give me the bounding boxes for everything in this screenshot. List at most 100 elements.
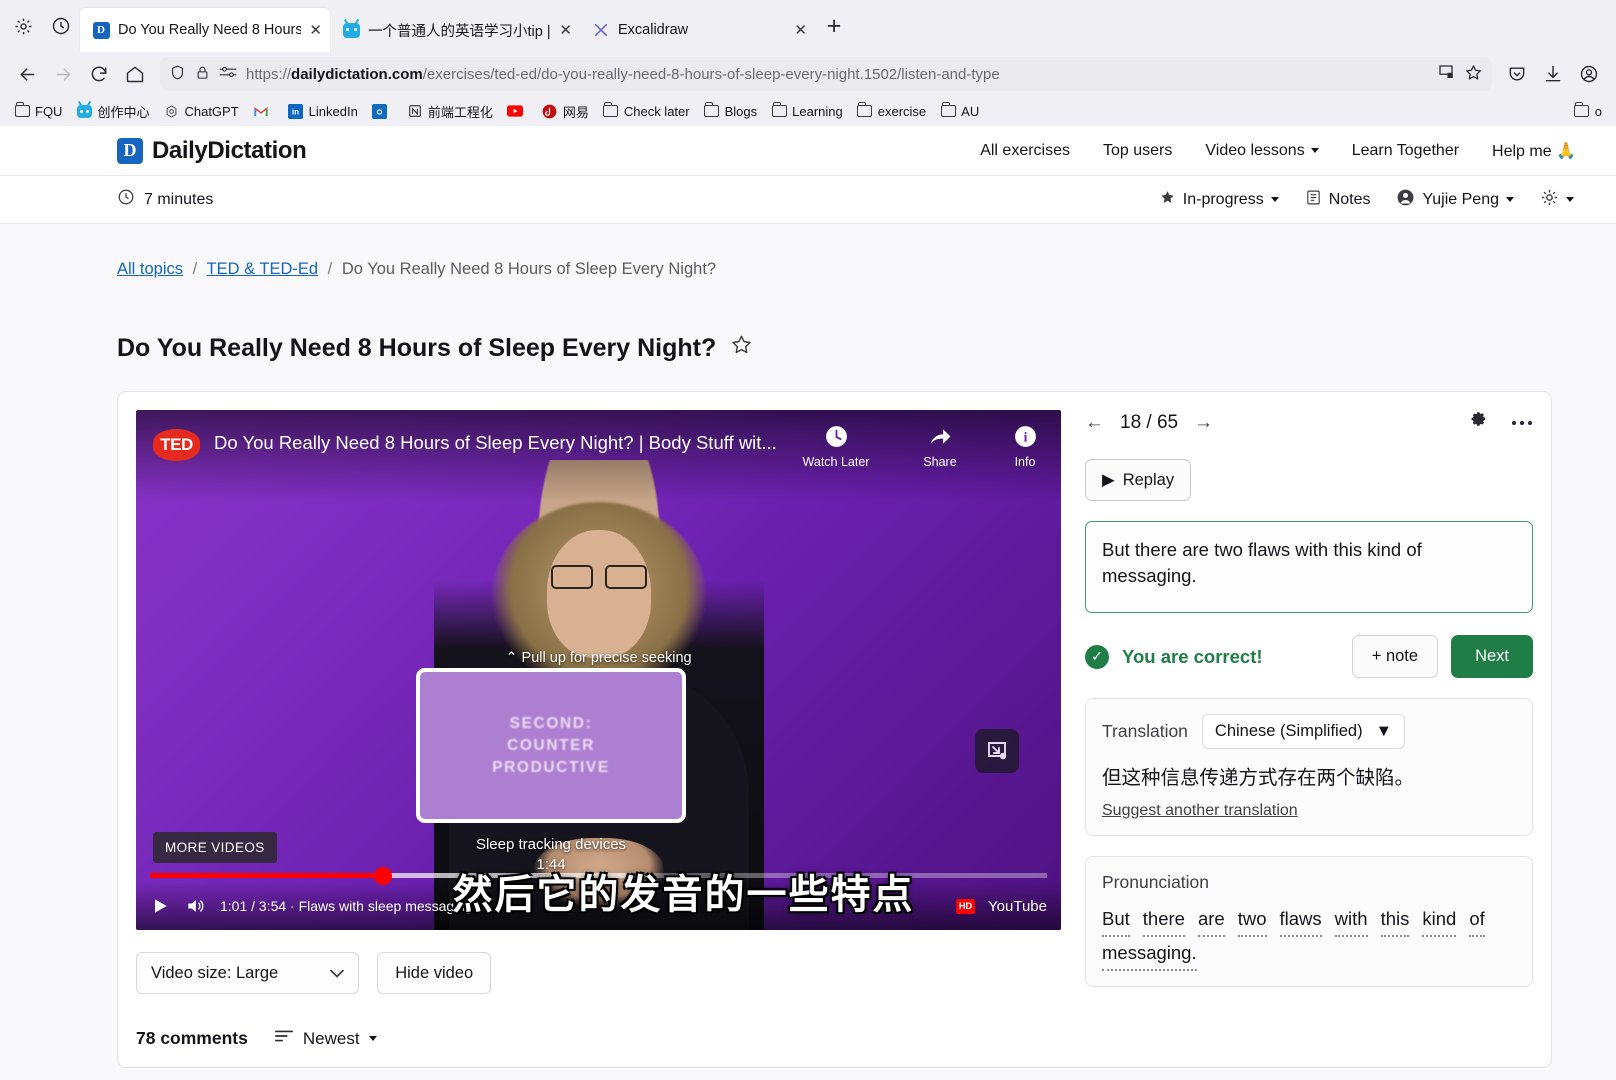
home-icon[interactable]: [118, 58, 152, 90]
bookmark-overflow[interactable]: o: [1568, 100, 1608, 122]
video-title[interactable]: Do You Really Need 8 Hours of Sleep Ever…: [214, 432, 777, 454]
tab-title: 一个普通人的英语学习小tip | 从哑: [368, 23, 551, 40]
url-text[interactable]: https://dailydictation.com/exercises/ted…: [246, 66, 1428, 83]
picture-in-picture-icon[interactable]: [975, 729, 1019, 773]
theme-toggle[interactable]: [1540, 188, 1574, 212]
share-button[interactable]: Share: [901, 424, 979, 469]
bilibili-icon: [76, 103, 92, 119]
seek-preview-thumbnail: SECOND: COUNTER PRODUCTIVE: [416, 668, 686, 823]
tab-title: Do You Really Need 8 Hours of S: [118, 22, 302, 38]
previous-sentence-button[interactable]: ←: [1085, 412, 1104, 434]
answer-input[interactable]: But there are two flaws with this kind o…: [1085, 521, 1533, 613]
person-face: [546, 530, 651, 658]
sub-header: 7 minutes In-progress Notes Yujie Peng: [0, 176, 1616, 224]
ellipsis-icon[interactable]: [1511, 414, 1533, 432]
bookmark-item[interactable]: Check later: [597, 100, 696, 122]
pronunciation-word[interactable]: kind: [1422, 903, 1457, 937]
bookmark-item[interactable]: in LinkedIn: [282, 100, 364, 122]
volume-icon[interactable]: [184, 896, 206, 916]
gmail-icon: [253, 103, 269, 119]
bookmark-item[interactable]: Blogs: [698, 100, 764, 122]
pronunciation-word[interactable]: messaging.: [1102, 937, 1197, 971]
address-bar[interactable]: https://dailydictation.com/exercises/ted…: [160, 57, 1492, 91]
nav-all-exercises[interactable]: All exercises: [980, 142, 1070, 160]
shield-icon[interactable]: [169, 64, 186, 85]
video-size-select[interactable]: Video size: Large: [136, 952, 360, 994]
account-icon[interactable]: [1572, 58, 1606, 90]
bookmark-item[interactable]: AU: [934, 100, 985, 122]
user-menu[interactable]: Yujie Peng: [1396, 188, 1514, 212]
pronunciation-word[interactable]: flaws: [1279, 903, 1322, 937]
reload-icon[interactable]: [82, 58, 116, 90]
video-player[interactable]: TED Do You Really Need 8 Hours of Sleep …: [136, 410, 1061, 930]
next-button[interactable]: Next: [1451, 635, 1533, 678]
breadcrumb-all-topics[interactable]: All topics: [117, 260, 183, 278]
bookmark-item[interactable]: O: [366, 100, 399, 122]
nav-help-me[interactable]: Help me 🙏: [1492, 141, 1576, 161]
tab-strip: D Do You Really Need 8 Hours of S ✕ 一个普通…: [0, 0, 1616, 52]
open-in-app-icon[interactable]: [1437, 63, 1455, 85]
firefox-view-icon[interactable]: [4, 7, 42, 45]
bookmark-item[interactable]: [501, 100, 534, 122]
pronunciation-word[interactable]: this: [1380, 903, 1410, 937]
bookmark-item[interactable]: Learning: [765, 100, 849, 122]
favorite-star-icon[interactable]: [730, 333, 753, 363]
add-note-button[interactable]: + note: [1351, 635, 1439, 678]
forward-icon[interactable]: [46, 58, 80, 90]
breadcrumb-ted-ed[interactable]: TED & TED-Ed: [207, 260, 319, 278]
bookmark-item[interactable]: [247, 100, 280, 122]
downloads-icon[interactable]: [1536, 58, 1570, 90]
bookmark-item[interactable]: ChatGPT: [157, 100, 244, 122]
nav-top-users[interactable]: Top users: [1103, 142, 1172, 160]
dailydictation-icon: D: [92, 21, 110, 39]
notion-icon: [407, 103, 423, 119]
nav-video-lessons[interactable]: Video lessons: [1205, 142, 1319, 160]
nav-learn-together[interactable]: Learn Together: [1352, 142, 1459, 160]
next-sentence-button[interactable]: →: [1194, 412, 1213, 434]
close-icon[interactable]: ✕: [794, 21, 807, 39]
gear-icon[interactable]: [1468, 410, 1489, 436]
browser-tab-1[interactable]: 一个普通人的英语学习小tip | 从哑 ✕: [330, 8, 580, 52]
browser-tab-0[interactable]: D Do You Really Need 8 Hours of S ✕: [80, 8, 330, 52]
bookmark-item[interactable]: 网易: [536, 99, 595, 124]
more-videos-button[interactable]: MORE VIDEOS: [153, 832, 277, 863]
comments-sort-dropdown[interactable]: Newest: [274, 1028, 377, 1049]
close-icon[interactable]: ✕: [559, 21, 572, 39]
star-icon: [1159, 189, 1176, 211]
pronunciation-word[interactable]: are: [1197, 903, 1225, 937]
suggest-translation-link[interactable]: Suggest another translation: [1102, 802, 1298, 820]
bookmark-star-icon[interactable]: [1464, 63, 1483, 86]
result-actions: + note Next: [1351, 635, 1533, 678]
play-button[interactable]: [150, 896, 170, 916]
bookmarks-bar: FQU 创作中心 ChatGPT in LinkedIn O 前端工程化 网易 C…: [0, 96, 1616, 126]
translation-language-select[interactable]: Chinese (Simplified) ▼: [1201, 714, 1405, 749]
comments-header: 78 comments Newest: [136, 1028, 1061, 1049]
pocket-icon[interactable]: [1500, 58, 1534, 90]
history-icon[interactable]: [42, 7, 80, 45]
pronunciation-word[interactable]: with: [1334, 903, 1368, 937]
video-options-row: Video size: Large Hide video: [136, 952, 1061, 994]
svg-text:i: i: [1023, 430, 1027, 445]
back-icon[interactable]: [10, 58, 44, 90]
browser-tab-2[interactable]: Excalidraw ✕: [580, 8, 815, 52]
duration-label: 7 minutes: [144, 190, 214, 208]
bookmark-item[interactable]: FQU: [8, 100, 68, 122]
watch-later-button[interactable]: Watch Later: [797, 424, 875, 469]
pronunciation-word[interactable]: two: [1237, 903, 1267, 937]
pronunciation-word[interactable]: But: [1102, 903, 1130, 937]
pronunciation-word[interactable]: there: [1142, 903, 1185, 937]
progress-dropdown[interactable]: In-progress: [1159, 189, 1279, 211]
brand-logo-link[interactable]: D DailyDictation: [117, 137, 307, 165]
close-icon[interactable]: ✕: [309, 21, 322, 39]
notes-button[interactable]: Notes: [1305, 189, 1370, 211]
page-content: All topics / TED & TED-Ed / Do You Reall…: [0, 224, 1616, 1068]
info-button[interactable]: i Info: [1005, 424, 1045, 469]
pronunciation-word[interactable]: of: [1469, 903, 1485, 937]
replay-button[interactable]: ▶ Replay: [1085, 459, 1192, 501]
bookmark-item[interactable]: 创作中心: [70, 99, 155, 124]
new-tab-button[interactable]: +: [815, 7, 853, 45]
permissions-icon[interactable]: [219, 65, 237, 83]
bookmark-item[interactable]: exercise: [851, 100, 932, 122]
bookmark-item[interactable]: 前端工程化: [401, 99, 499, 124]
hide-video-button[interactable]: Hide video: [377, 952, 492, 994]
